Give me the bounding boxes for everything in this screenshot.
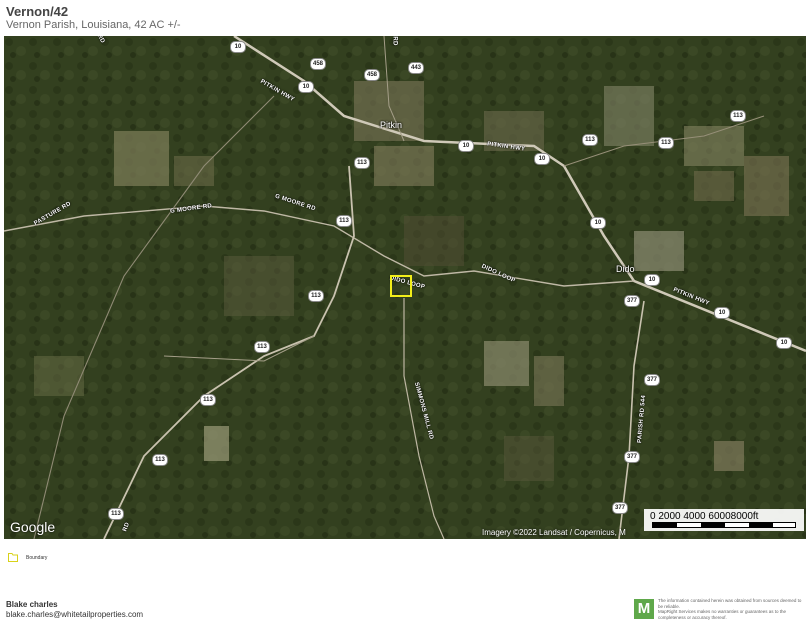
disclaimer-line-2: MapRight Services makes no warranties or…: [658, 609, 787, 620]
satellite-map[interactable]: PITKIN HWY PITKIN HWY PITKIN HWY PASTURE…: [4, 36, 806, 539]
highway-shield-113: 113: [308, 290, 324, 302]
highway-shield-377: 377: [612, 502, 628, 514]
highway-shield-113: 113: [152, 454, 168, 466]
highway-shield-10: 10: [776, 337, 792, 349]
highway-shield-458: 458: [310, 58, 326, 70]
mapright-logo: M: [634, 599, 654, 619]
highway-shield-113: 113: [658, 137, 674, 149]
highway-shield-10: 10: [714, 307, 730, 319]
map-legend: Boundary: [8, 553, 47, 562]
highway-shield-377: 377: [624, 451, 640, 463]
highway-shield-443: 443: [408, 62, 424, 74]
disclaimer: The information contained herein was obt…: [658, 598, 806, 620]
highway-shield-113: 113: [200, 394, 216, 406]
highway-shield-10: 10: [298, 81, 314, 93]
highway-shield-10: 10: [590, 217, 606, 229]
map-subtitle: Vernon Parish, Louisiana, 42 AC +/-: [6, 19, 181, 31]
highway-shield-10: 10: [644, 274, 660, 286]
highway-shield-113: 113: [108, 508, 124, 520]
town-label-dido: Dido: [616, 264, 635, 274]
highway-shield-113: 113: [582, 134, 598, 146]
agent-name: Blake charles: [6, 600, 58, 609]
road-label-rd: RD: [391, 36, 398, 46]
disclaimer-line-1: The information contained herein was obt…: [658, 598, 802, 609]
google-logo: Google: [10, 519, 56, 535]
highway-shield-113: 113: [336, 215, 352, 227]
scale-bar-ruler: [652, 522, 796, 528]
highway-shield-377: 377: [644, 374, 660, 386]
town-label-pitkin: Pitkin: [380, 120, 403, 130]
agent-email[interactable]: blake.charles@whitetailproperties.com: [6, 610, 143, 619]
highway-shield-10: 10: [534, 153, 550, 165]
boundary-legend-icon: [8, 553, 18, 562]
highway-shield-10: 10: [230, 41, 246, 53]
highway-shield-458: 458: [364, 69, 380, 81]
highway-shield-113: 113: [254, 341, 270, 353]
highway-shield-377: 377: [624, 295, 640, 307]
highway-shield-113: 113: [354, 157, 370, 169]
imagery-credit: Imagery ©2022 Landsat / Copernicus, M: [482, 528, 626, 537]
legend-label-boundary: Boundary: [26, 554, 48, 561]
scale-bar-label: 0 2000 4000 60008000ft: [650, 511, 759, 522]
map-title: Vernon/42: [6, 4, 69, 19]
highway-shield-113: 113: [730, 110, 746, 122]
highway-shield-10: 10: [458, 140, 474, 152]
scale-bar: 0 2000 4000 60008000ft: [644, 509, 804, 531]
property-boundary[interactable]: [390, 275, 412, 297]
